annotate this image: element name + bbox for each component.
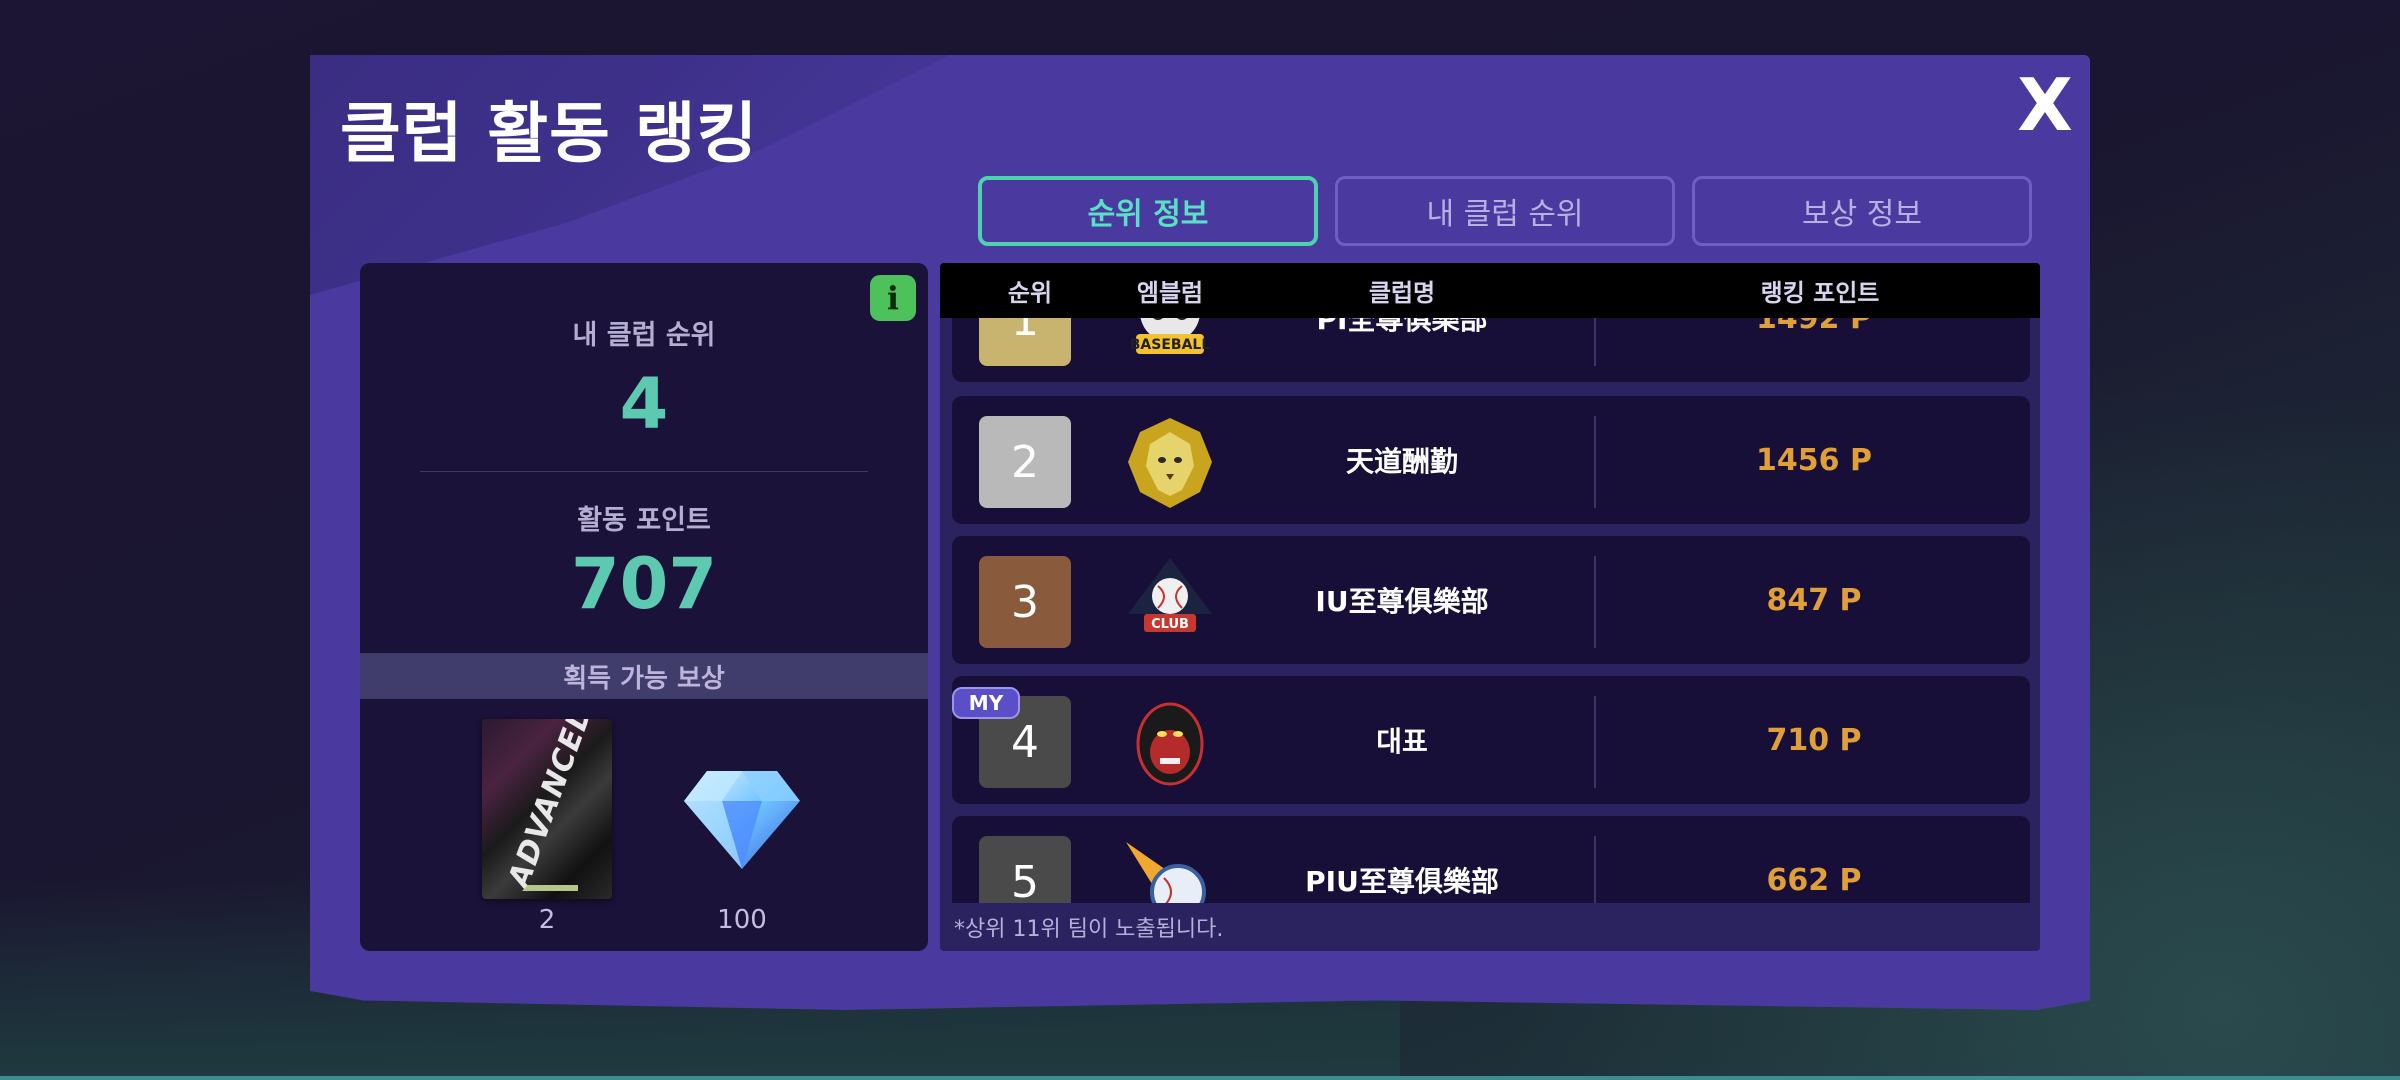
club-name: IU至尊俱樂部 xyxy=(1315,585,1489,618)
table-header: 순위 엠블럼 클럽명 랭킹 포인트 xyxy=(940,263,2040,318)
divider xyxy=(420,471,868,472)
footer-note: *상위 11위 팀이 노출됩니다. xyxy=(940,903,2040,951)
reward-header: 획득 가능 보상 xyxy=(360,653,928,699)
club-name: 天道酬勤 xyxy=(1345,445,1458,478)
ranking-points: 847 P xyxy=(1766,582,1862,618)
svg-text:BASEBALL: BASEBALL xyxy=(1130,337,1211,353)
ranking-points: 662 P xyxy=(1766,862,1862,898)
header-points: 랭킹 포인트 xyxy=(1760,279,1880,307)
rank-badge: 2 xyxy=(979,416,1071,508)
my-rank-value: 4 xyxy=(619,363,669,445)
table-row[interactable]: 5 PIU至尊俱樂部 662 P xyxy=(952,816,2030,903)
club-name: PIU至尊俱樂部 xyxy=(1305,865,1499,898)
baseball-panda-emblem-icon: BASEBALL xyxy=(1130,318,1211,354)
table-row-my-club[interactable]: 4 대표 710 P xyxy=(952,676,2030,804)
column-separator xyxy=(1594,696,1596,788)
rank-badge: 1 xyxy=(979,318,1071,366)
pack-chevron-decoration xyxy=(522,855,578,891)
fire-baseball-emblem-icon xyxy=(1126,842,1206,903)
column-separator xyxy=(1594,416,1596,508)
lion-emblem-icon xyxy=(1128,418,1212,508)
my-club-summary: i 내 클럽 순위 4 활동 포인트 707 획득 가능 보상 ADVANCED… xyxy=(360,263,928,951)
svg-text:CLUB: CLUB xyxy=(1151,617,1189,632)
table-row[interactable]: 1 BASEBALL PI全尊俱樂部 1492 P xyxy=(952,318,2030,382)
table-row[interactable]: 2 天道酬勤 1456 P xyxy=(952,396,2030,524)
header-emblem: 엠블럼 xyxy=(1136,279,1204,307)
activity-points-label: 활동 포인트 xyxy=(577,505,711,536)
diamond-count: 100 xyxy=(717,905,767,935)
ranking-table: 순위 엠블럼 클럽명 랭킹 포인트 1 BASEBALL PI全尊俱樂部 149… xyxy=(940,263,2040,951)
my-club-badge: MY xyxy=(952,687,1020,719)
ranking-points: 710 P xyxy=(1766,722,1862,758)
my-rank-label: 내 클럽 순위 xyxy=(572,320,716,351)
bottom-edge xyxy=(0,1076,2400,1080)
baseball-club-emblem-icon: CLUB xyxy=(1128,558,1212,632)
tab-my-club-rank[interactable]: 내 클럽 순위 xyxy=(1335,176,1675,246)
club-name: PI全尊俱樂部 xyxy=(1316,318,1488,336)
rank-badge: 5 xyxy=(979,836,1071,903)
ranking-list[interactable]: 1 BASEBALL PI全尊俱樂部 1492 P 2 天道酬勤 1456 P … xyxy=(940,318,2040,903)
diamond-icon xyxy=(684,771,800,869)
table-row[interactable]: 3 CLUB IU至尊俱樂部 847 P xyxy=(952,536,2030,664)
page-title: 클럽 활동 랭킹 xyxy=(340,95,759,172)
rank-badge: 3 xyxy=(979,556,1071,648)
ranking-points: 1456 P xyxy=(1756,442,1872,478)
pack-count: 2 xyxy=(538,905,556,935)
column-separator xyxy=(1594,318,1596,366)
advanced-pack-icon: ADVANCED xyxy=(482,719,612,899)
activity-points-value: 707 xyxy=(570,543,718,625)
ranking-points: 1492 P xyxy=(1756,318,1872,336)
column-separator xyxy=(1594,556,1596,648)
club-name: 대표 xyxy=(1376,725,1428,758)
tab-reward-info[interactable]: 보상 정보 xyxy=(1692,176,2032,246)
close-button[interactable]: X xyxy=(2010,69,2080,141)
gorilla-emblem-icon xyxy=(1136,702,1204,786)
tab-rank-info[interactable]: 순위 정보 xyxy=(978,176,1318,246)
header-rank: 순위 xyxy=(1007,279,1053,307)
column-separator xyxy=(1594,836,1596,903)
header-club: 클럽명 xyxy=(1368,279,1436,307)
